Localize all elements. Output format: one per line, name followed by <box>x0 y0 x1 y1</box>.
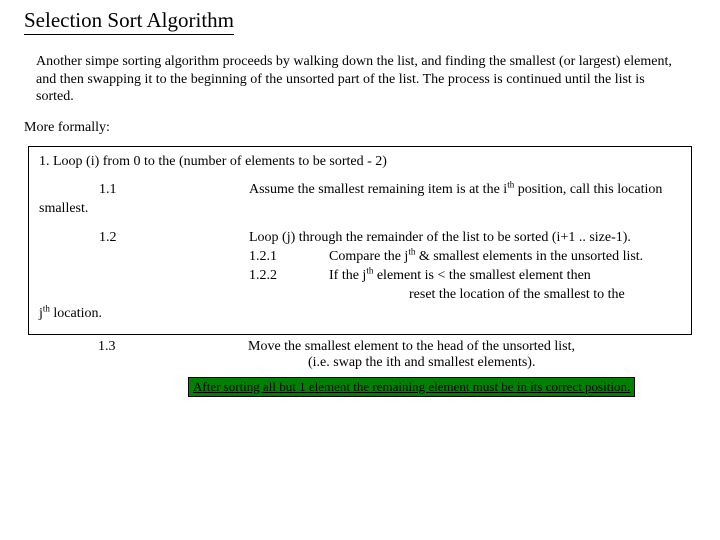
step-1-2-2: 1.2.2 If the jth element is < the smalle… <box>249 267 681 286</box>
more-formally: More formally: <box>24 120 684 136</box>
step-1-2-2-reset: reset the location of the smallest to th… <box>249 286 681 305</box>
step-1-2: 1.2 Loop (j) through the remainder of th… <box>39 229 681 305</box>
step-1-1-label: 1.1 <box>39 181 249 200</box>
highlight-note: After sorting all but 1 element the rema… <box>188 377 635 397</box>
intro-paragraph: Another simpe sorting algorithm proceeds… <box>36 53 684 106</box>
page-title: Selection Sort Algorithm <box>24 8 234 35</box>
algorithm-box: 1. Loop (i) from 0 to the (number of ele… <box>28 146 692 335</box>
step-1-1-text: Assume the smallest remaining item is at… <box>249 181 681 200</box>
step-1-3-label: 1.3 <box>38 339 248 355</box>
step-1-1: 1.1 Assume the smallest remaining item i… <box>39 181 681 200</box>
step-1-3-sub: (i.e. swap the ith and smallest elements… <box>248 355 682 371</box>
step-1-3: 1.3 Move the smallest element to the hea… <box>38 339 682 371</box>
step-1-2-text: Loop (j) through the remainder of the li… <box>249 229 681 248</box>
step-1-3-text: Move the smallest element to the head of… <box>248 339 682 355</box>
smallest-label: smallest. <box>39 200 681 219</box>
step-1-2-1: 1.2.1 Compare the jth & smallest element… <box>249 248 681 267</box>
step-1-2-label: 1.2 <box>39 229 249 248</box>
step-1: 1. Loop (i) from 0 to the (number of ele… <box>39 153 681 172</box>
jth-location: jth location. <box>39 305 681 324</box>
